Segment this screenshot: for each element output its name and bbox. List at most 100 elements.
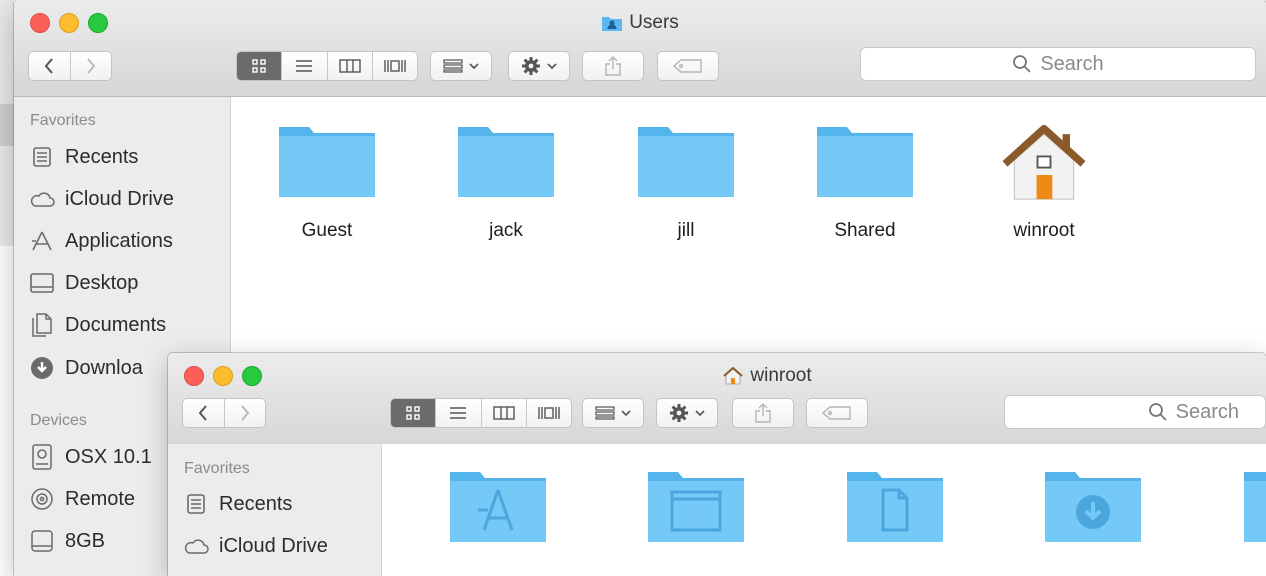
window-title-text: winroot	[750, 365, 812, 386]
search-placeholder: Search	[1040, 52, 1104, 75]
column-view-button[interactable]	[482, 399, 527, 427]
search-icon	[1013, 55, 1031, 73]
sidebar-item-recents[interactable]: Recents	[29, 142, 138, 172]
arrange-icon	[443, 59, 463, 73]
chevron-right-icon	[87, 58, 96, 74]
sidebar-item-label: OSX 10.1	[65, 445, 152, 468]
list-view-icon	[450, 407, 467, 419]
gallery-view-icon	[384, 60, 406, 72]
column-view-button[interactable]	[328, 52, 373, 80]
share-button[interactable]	[582, 51, 644, 81]
toolbar: winroot Search	[168, 353, 1266, 450]
arrange-button[interactable]	[582, 398, 644, 428]
share-button[interactable]	[732, 398, 794, 428]
share-icon	[605, 56, 621, 76]
sidebar-item-label: iCloud Drive	[219, 534, 328, 557]
back-button[interactable]	[29, 52, 71, 80]
sidebar-item-downloads[interactable]: Downloa	[29, 353, 143, 383]
desktop-folder-icon	[648, 472, 744, 542]
sidebar-item-label: Remote	[65, 487, 136, 510]
back-button[interactable]	[183, 399, 225, 427]
folder-item-applications[interactable]	[428, 468, 568, 551]
sidebar-item-remote[interactable]: Remote	[29, 484, 135, 514]
window-title: Users	[14, 12, 1266, 34]
sidebar-item-desktop[interactable]: Desktop	[29, 268, 138, 298]
list-view-icon	[296, 60, 313, 72]
folder-item-downloads[interactable]	[1023, 468, 1163, 551]
gear-icon	[670, 404, 688, 422]
sidebar-section-devices: Devices	[30, 412, 87, 429]
folder-item-desktop[interactable]	[626, 468, 766, 551]
cloud-icon	[29, 186, 55, 212]
folder-item-jill[interactable]: jill	[616, 123, 756, 242]
tag-icon	[673, 59, 702, 73]
view-mode-control	[236, 51, 418, 81]
folder-item-documents[interactable]	[825, 468, 965, 551]
list-view-button[interactable]	[436, 399, 482, 427]
nav-buttons	[28, 51, 112, 81]
sidebar-item-label: iCloud Drive	[65, 187, 174, 210]
sidebar-section-favorites: Favorites	[30, 112, 96, 129]
chevron-left-icon	[45, 58, 54, 74]
gallery-view-button[interactable]	[373, 52, 417, 80]
column-view-icon	[492, 406, 515, 420]
sidebar-item-applications[interactable]: Applications	[29, 226, 173, 256]
sidebar-item-8gb[interactable]: 8GB	[29, 526, 105, 556]
tags-button[interactable]	[657, 51, 719, 81]
forward-button[interactable]	[71, 52, 111, 80]
folder-icon	[817, 127, 913, 197]
sidebar-item-label: Applications	[65, 229, 173, 252]
chevron-down-icon	[547, 63, 557, 70]
icon-view-button[interactable]	[391, 399, 437, 427]
chevron-down-icon	[695, 410, 705, 417]
folder-item-jack[interactable]: jack	[436, 123, 576, 242]
icon-view-button[interactable]	[237, 52, 283, 80]
action-button[interactable]	[508, 51, 570, 81]
folder-icon	[458, 127, 554, 197]
gallery-view-icon	[538, 407, 560, 419]
item-label: Guest	[301, 220, 353, 241]
folder-item-partial[interactable]	[1222, 468, 1266, 551]
item-label: Shared	[834, 220, 896, 241]
window-title: winroot	[168, 365, 1266, 387]
drive-icon	[29, 528, 55, 554]
applications-folder-icon	[450, 472, 546, 542]
sidebar-item-recents[interactable]: Recents	[183, 489, 292, 519]
recents-icon	[183, 491, 209, 517]
sidebar-item-label: Documents	[65, 313, 167, 336]
view-mode-control	[390, 398, 572, 428]
downloads-folder-icon	[1045, 472, 1141, 542]
list-view-button[interactable]	[282, 52, 328, 80]
arrange-button[interactable]	[430, 51, 492, 81]
documents-folder-icon	[847, 472, 943, 542]
sidebar-item-icloud-drive[interactable]: iCloud Drive	[29, 184, 174, 214]
sidebar-item-osx[interactable]: OSX 10.1	[29, 442, 152, 472]
chevron-left-icon	[199, 405, 208, 421]
recents-icon	[29, 144, 55, 170]
search-field[interactable]: Search	[1004, 395, 1266, 429]
sidebar-item-documents[interactable]: Documents	[29, 310, 166, 340]
downloads-icon	[29, 355, 55, 381]
action-button[interactable]	[656, 398, 718, 428]
sidebar: Favorites Recents iCloud Drive	[168, 444, 382, 576]
tag-icon	[822, 406, 851, 420]
search-field[interactable]: Search	[860, 47, 1256, 81]
tags-button[interactable]	[806, 398, 868, 428]
item-label: winroot	[1013, 220, 1075, 241]
search-icon	[1148, 403, 1167, 421]
gallery-view-button[interactable]	[527, 399, 571, 427]
folder-item-winroot[interactable]: winroot	[974, 123, 1114, 242]
search-placeholder: Search	[1175, 400, 1239, 423]
forward-button[interactable]	[225, 399, 265, 427]
icon-view-icon	[252, 59, 266, 73]
folder-icon	[279, 127, 375, 197]
item-label: jill	[677, 220, 695, 241]
folder-item-shared[interactable]: Shared	[795, 123, 935, 242]
folder-item-guest[interactable]: Guest	[257, 123, 397, 242]
sidebar-item-icloud-drive[interactable]: iCloud Drive	[183, 531, 328, 561]
item-label: jack	[489, 220, 523, 241]
desktop-background-strip	[0, 104, 14, 146]
arrange-icon	[595, 406, 615, 420]
sidebar-item-label: 8GB	[65, 529, 106, 552]
users-folder-icon	[602, 17, 623, 31]
